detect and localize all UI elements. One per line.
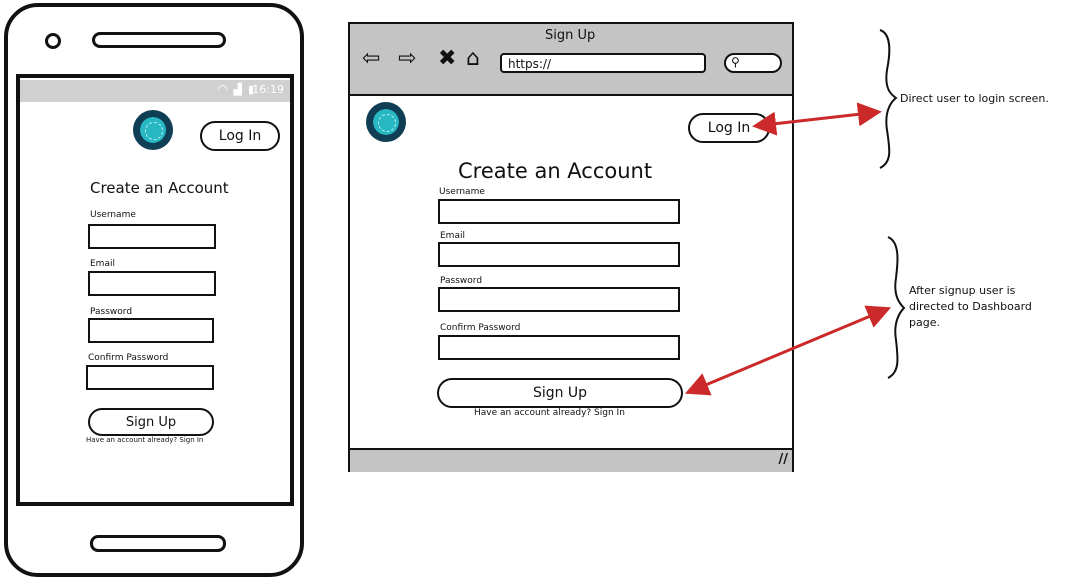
signup-arrow	[684, 305, 892, 396]
login-note: Direct user to login screen.	[900, 92, 1049, 105]
login-note-brace	[879, 29, 898, 169]
signup-note: After signup user is directed to Dashboa…	[909, 284, 1032, 329]
login-arrow	[752, 102, 882, 136]
signup-note-brace	[887, 236, 906, 379]
